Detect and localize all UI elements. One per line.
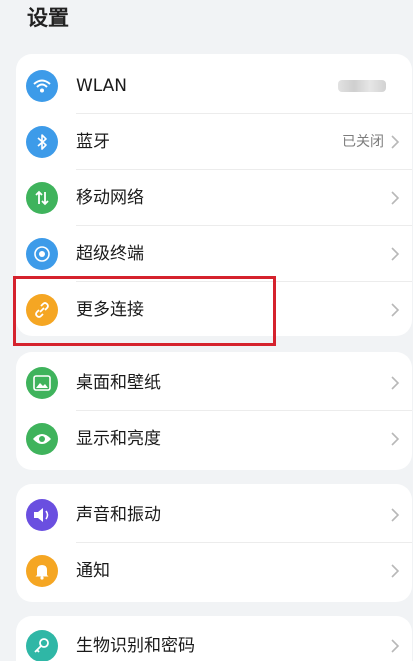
chevron-right-icon <box>391 508 400 522</box>
chevron-right-icon <box>391 432 400 446</box>
setting-row-mobile-network[interactable]: 移动网络 <box>16 170 412 226</box>
setting-label-wallpaper: 桌面和壁纸 <box>76 373 161 393</box>
setting-label-notifications: 通知 <box>76 561 110 581</box>
setting-row-display[interactable]: 显示和亮度 <box>16 411 412 467</box>
chevron-right-icon <box>391 247 400 261</box>
setting-label-mobile-network: 移动网络 <box>76 188 144 208</box>
setting-row-wallpaper[interactable]: 桌面和壁纸 <box>16 355 412 411</box>
security-card: 生物识别和密码 <box>16 616 412 661</box>
wifi-network-name-redacted <box>338 80 386 92</box>
chevron-right-icon <box>391 564 400 578</box>
setting-row-wlan[interactable]: WLAN <box>16 58 412 114</box>
setting-row-sound[interactable]: 声音和振动 <box>16 487 412 543</box>
setting-label-super-device: 超级终端 <box>76 244 144 264</box>
setting-label-display: 显示和亮度 <box>76 429 161 449</box>
setting-row-biometrics[interactable]: 生物识别和密码 <box>16 618 412 661</box>
key-icon <box>26 630 58 661</box>
setting-label-sound: 声音和振动 <box>76 505 161 525</box>
bluetooth-status: 已关闭 <box>342 134 384 150</box>
speaker-icon <box>26 499 58 531</box>
chevron-right-icon <box>391 376 400 390</box>
wallpaper-icon <box>26 367 58 399</box>
setting-row-notifications[interactable]: 通知 <box>16 543 412 599</box>
highlight-box <box>13 276 276 346</box>
chevron-right-icon <box>391 135 400 149</box>
bell-icon <box>26 555 58 587</box>
mobile-network-icon <box>26 182 58 214</box>
setting-row-bluetooth[interactable]: 蓝牙 已关闭 <box>16 114 412 170</box>
chevron-right-icon <box>391 639 400 653</box>
display-card: 桌面和壁纸 显示和亮度 <box>16 352 412 470</box>
setting-row-super-device[interactable]: 超级终端 <box>16 226 412 282</box>
eye-icon <box>26 423 58 455</box>
sound-card: 声音和振动 通知 <box>16 484 412 602</box>
super-device-icon <box>26 238 58 270</box>
bluetooth-icon <box>26 126 58 158</box>
setting-label-biometrics: 生物识别和密码 <box>76 636 195 656</box>
setting-label-bluetooth: 蓝牙 <box>76 132 110 152</box>
wifi-icon <box>26 70 58 102</box>
chevron-right-icon <box>391 191 400 205</box>
page-title: 设置 <box>27 6 69 30</box>
setting-label-wlan: WLAN <box>76 76 128 96</box>
chevron-right-icon <box>391 303 400 317</box>
